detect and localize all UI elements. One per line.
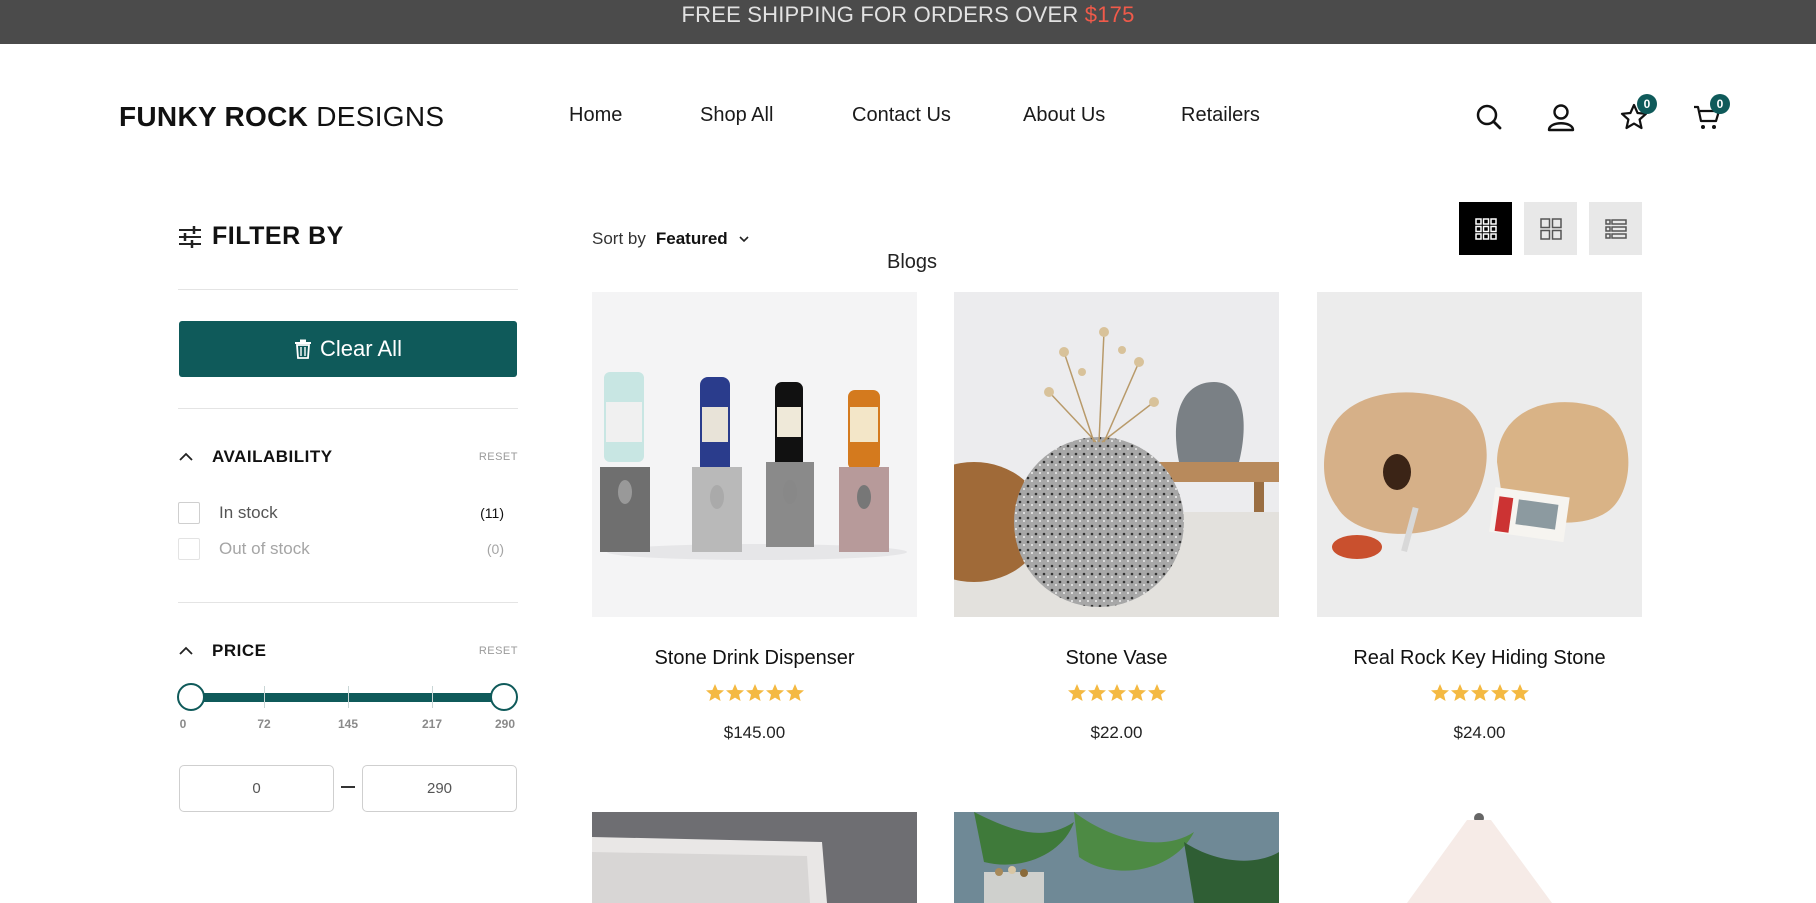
slider-tick-label: 72 (257, 717, 271, 731)
product-rating (592, 683, 917, 708)
option-label: Out of stock (219, 539, 310, 558)
announcement-text: FREE SHIPPING FOR ORDERS OVER (681, 2, 1085, 27)
slider-tick (348, 686, 349, 708)
grid-3-icon (1474, 217, 1497, 240)
price-header[interactable]: PRICE RESET (178, 641, 518, 661)
product-image-partial[interactable] (954, 812, 1279, 903)
option-label: In stock (219, 503, 278, 522)
sort-label: Sort by (592, 229, 646, 248)
wishlist-button[interactable]: 0 (1619, 94, 1657, 132)
chevron-up-icon[interactable] (178, 643, 194, 659)
user-icon[interactable] (1546, 102, 1576, 132)
brand-logo-light: DESIGNS (308, 101, 445, 132)
price-min-input[interactable] (179, 765, 334, 812)
checkbox[interactable] (178, 538, 200, 560)
divider (178, 408, 518, 409)
wishlist-count-badge: 0 (1637, 94, 1657, 114)
product-price: $22.00 (1090, 723, 1143, 742)
view-grid-3-button[interactable] (1459, 202, 1512, 255)
view-grid-2-button[interactable] (1524, 202, 1577, 255)
chevron-down-icon[interactable] (738, 233, 750, 245)
product-rating (954, 683, 1279, 708)
chevron-up-icon[interactable] (178, 449, 194, 465)
product-title[interactable]: Stone Vase (954, 647, 1279, 670)
sliders-icon (179, 225, 201, 248)
cart-button[interactable]: 0 (1692, 94, 1730, 132)
slider-tick (432, 686, 433, 708)
search-icon[interactable] (1474, 102, 1504, 132)
availability-reset[interactable]: RESET (479, 451, 518, 463)
product-image-stone-drink-dispenser[interactable] (592, 292, 917, 617)
product-image-partial[interactable] (1317, 812, 1642, 903)
availability-option-in-stock[interactable]: In stock (11) (178, 502, 504, 524)
sort-value[interactable]: Featured (656, 229, 728, 249)
slider-tick-label: 290 (494, 717, 516, 731)
filter-title-label: FILTER BY (212, 222, 344, 250)
divider (178, 602, 518, 603)
option-count: (11) (480, 505, 504, 521)
grid-2-icon (1539, 217, 1562, 240)
product-image-stone-vase[interactable] (954, 292, 1279, 617)
list-icon (1604, 218, 1627, 239)
range-separator (341, 786, 355, 788)
nav-shop-all[interactable]: Shop All (700, 104, 773, 127)
five-star-rating-icon (1067, 684, 1166, 701)
nav-home[interactable]: Home (569, 104, 622, 127)
brand-logo-bold: FUNKY ROCK (119, 101, 309, 132)
availability-header[interactable]: AVAILABILITY RESET (178, 447, 518, 467)
trash-icon (295, 339, 312, 359)
divider (178, 289, 518, 290)
slider-tick-label: 217 (421, 717, 443, 731)
announcement-amount: $175 (1084, 2, 1135, 27)
option-count: (0) (486, 541, 504, 557)
slider-tick (264, 686, 265, 708)
price-max-input[interactable] (362, 765, 517, 812)
slider-tick-label: 0 (179, 717, 187, 731)
nav-blogs[interactable]: Blogs (887, 251, 937, 274)
nav-about-us[interactable]: About Us (1023, 104, 1105, 127)
checkbox[interactable] (178, 502, 200, 524)
announcement-bar: FREE SHIPPING FOR ORDERS OVER $175 (0, 0, 1816, 44)
product-rating (1317, 683, 1642, 708)
cart-count-badge: 0 (1710, 94, 1730, 114)
availability-option-out-of-stock[interactable]: Out of stock (0) (178, 538, 504, 560)
nav-retailers[interactable]: Retailers (1181, 104, 1260, 127)
product-image-real-rock-key-hiding-stone[interactable] (1317, 292, 1642, 617)
slider-tick-label: 145 (337, 717, 359, 731)
view-list-button[interactable] (1589, 202, 1642, 255)
price-slider-min-handle[interactable] (177, 683, 205, 711)
clear-all-label: Clear All (320, 336, 402, 361)
product-title[interactable]: Real Rock Key Hiding Stone (1317, 647, 1642, 670)
five-star-rating-icon (1430, 684, 1529, 701)
availability-title: AVAILABILITY (212, 447, 333, 466)
clear-all-button[interactable]: Clear All (179, 321, 517, 377)
nav-contact-us[interactable]: Contact Us (852, 104, 951, 127)
five-star-rating-icon (705, 684, 804, 701)
price-slider-max-handle[interactable] (490, 683, 518, 711)
filter-title: FILTER BY (178, 222, 344, 251)
sort-control[interactable]: Sort by Featured (592, 229, 750, 249)
product-title[interactable]: Stone Drink Dispenser (592, 647, 917, 670)
product-price: $145.00 (723, 723, 786, 742)
product-price: $24.00 (1453, 723, 1506, 742)
brand-logo[interactable]: FUNKY ROCK DESIGNS (119, 101, 444, 133)
product-image-partial[interactable] (592, 812, 917, 903)
price-reset[interactable]: RESET (479, 645, 518, 657)
price-title: PRICE (212, 641, 267, 660)
